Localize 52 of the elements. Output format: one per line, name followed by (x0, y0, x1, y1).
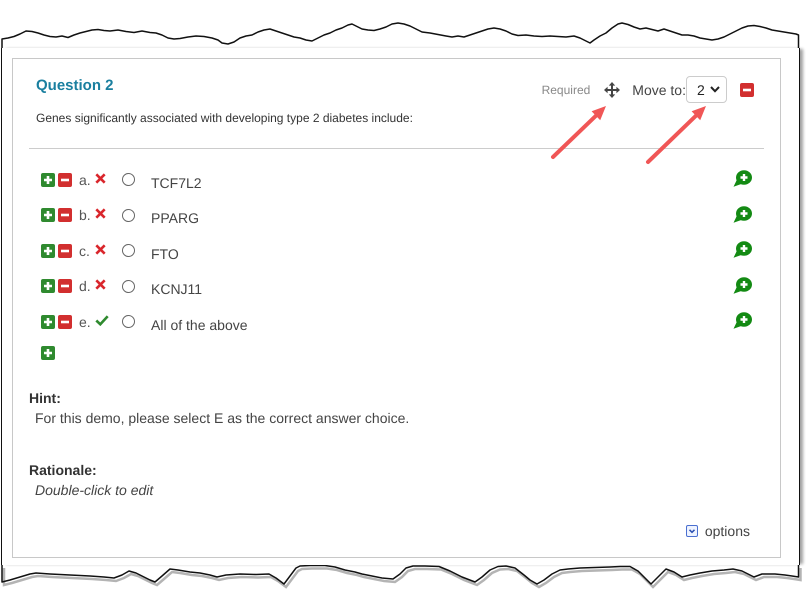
chevron-down-icon (710, 86, 720, 93)
speech-bubble-plus-icon[interactable] (733, 170, 752, 188)
speech-bubble-plus-icon[interactable] (733, 241, 752, 258)
speech-bubble-plus-icon[interactable] (733, 312, 752, 330)
radio-button[interactable] (122, 173, 135, 186)
radio-button[interactable] (122, 280, 135, 293)
minus-icon[interactable] (58, 172, 72, 187)
cross-icon[interactable] (95, 172, 106, 184)
question-title: Question 2 (36, 76, 115, 96)
chevron-down-icon (686, 525, 698, 537)
move-to-label: Move to: (632, 82, 686, 98)
plus-icon[interactable] (41, 208, 55, 222)
plus-icon[interactable] (41, 314, 55, 329)
cross-icon[interactable] (95, 279, 106, 290)
question-text: Genes significantly associated with developing type 2 diabetes include: (36, 110, 413, 126)
cross-icon[interactable] (95, 208, 106, 220)
move-select[interactable]: 2 (686, 76, 727, 103)
plus-icon[interactable] (41, 244, 55, 258)
plus-icon[interactable] (41, 279, 55, 294)
required-toggle[interactable]: Required (542, 82, 590, 96)
rationale-edit-prompt[interactable]: Double-click to edit (35, 480, 154, 500)
check-icon[interactable] (95, 314, 109, 326)
cross-icon[interactable] (95, 244, 106, 255)
choice-text: KCNJ11 (151, 280, 202, 298)
choice-letter: c. (79, 242, 91, 259)
choice-letter: b. (79, 207, 92, 224)
move-icon[interactable] (604, 82, 620, 98)
choice-letter: a. (79, 172, 92, 188)
choice-letter: e. (79, 314, 92, 330)
minus-icon[interactable] (58, 314, 72, 329)
hint-text: For this demo, please select E as the correct answer choice. (35, 409, 410, 428)
radio-button[interactable] (122, 315, 135, 328)
minus-icon[interactable] (58, 208, 72, 222)
rationale-label: Rationale: (29, 461, 97, 480)
choice-letter: d. (79, 278, 92, 294)
minus-icon[interactable] (740, 82, 754, 96)
annotation-arrow (646, 106, 706, 164)
choice-text: PPARG (151, 209, 199, 226)
choice-text: All of the above (151, 316, 248, 333)
plus-icon[interactable] (41, 172, 55, 187)
choice-text: TCF7L2 (151, 174, 202, 191)
choice-text: FTO (151, 244, 179, 262)
hint-label: Hint: (29, 389, 61, 408)
minus-icon[interactable] (58, 279, 72, 294)
plus-icon[interactable] (41, 346, 55, 360)
annotation-arrow (551, 106, 606, 159)
speech-bubble-plus-icon[interactable] (733, 206, 752, 223)
speech-bubble-plus-icon[interactable] (733, 276, 752, 294)
radio-button[interactable] (122, 244, 135, 258)
radio-button[interactable] (122, 208, 135, 222)
minus-icon[interactable] (58, 244, 72, 258)
options-toggle[interactable]: options (686, 521, 750, 541)
